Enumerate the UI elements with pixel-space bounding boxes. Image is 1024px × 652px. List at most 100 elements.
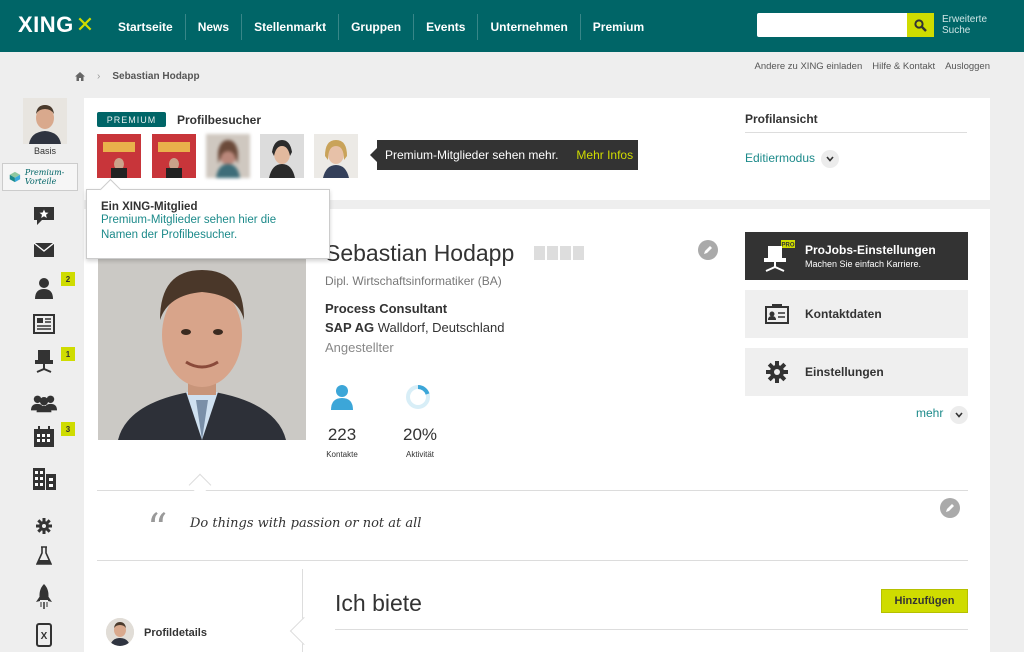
labs-flask-icon[interactable] bbox=[31, 543, 57, 569]
visitor-info-tooltip: Ein XING-Mitglied Premium-Mitglieder seh… bbox=[86, 189, 330, 259]
logout-link[interactable]: Ausloggen bbox=[945, 61, 990, 72]
breadcrumb: › Sebastian Hodapp bbox=[75, 71, 200, 82]
activity-value: 20% bbox=[402, 425, 438, 444]
profile-photo[interactable] bbox=[98, 240, 306, 440]
mobile-app-icon[interactable]: X bbox=[31, 622, 57, 648]
invite-link[interactable]: Andere zu XING einladen bbox=[755, 61, 863, 72]
company-location: Walldorf, Deutschland bbox=[377, 320, 505, 335]
premium-benefits-link[interactable]: Premium-Vorteile bbox=[2, 163, 78, 191]
divider-notch bbox=[188, 473, 212, 497]
visitor-thumbnail[interactable] bbox=[97, 134, 141, 178]
gear-icon bbox=[766, 361, 788, 383]
search-icon bbox=[914, 18, 927, 32]
projobs-settings-button[interactable]: PRO ProJobs-Einstellungen Machen Sie ein… bbox=[745, 232, 968, 280]
jobs-chair-icon[interactable] bbox=[31, 348, 57, 374]
nav-gruppen[interactable]: Gruppen bbox=[339, 14, 415, 40]
divider bbox=[97, 490, 968, 491]
settings-label: Einstellungen bbox=[805, 365, 884, 379]
chevron-down-icon bbox=[826, 156, 834, 162]
nav-unternehmen[interactable]: Unternehmen bbox=[478, 14, 581, 40]
premium-status-indicator bbox=[534, 246, 584, 260]
nav-events[interactable]: Events bbox=[414, 14, 479, 40]
profile-main-panel: Sebastian Hodapp Dipl. Wirtschaftsinform… bbox=[84, 209, 990, 652]
visitor-thumbnail[interactable] bbox=[206, 134, 250, 178]
mail-icon[interactable] bbox=[31, 237, 57, 263]
profile-name: Sebastian Hodapp bbox=[325, 240, 515, 266]
edit-header-button[interactable] bbox=[698, 240, 718, 260]
chevron-right-icon: › bbox=[97, 71, 101, 82]
edit-mode-link[interactable]: Editiermodus bbox=[745, 151, 815, 165]
nav-news[interactable]: News bbox=[186, 14, 243, 40]
contact-card-icon bbox=[765, 304, 789, 324]
membership-label: Basis bbox=[34, 146, 57, 156]
news-icon[interactable] bbox=[31, 311, 57, 337]
divider bbox=[97, 560, 968, 561]
visitor-thumbnail[interactable] bbox=[314, 134, 358, 178]
groups-icon[interactable] bbox=[31, 390, 57, 416]
svg-text:X: X bbox=[41, 631, 48, 642]
avatar[interactable] bbox=[23, 98, 67, 144]
pro-badge-text: PRO bbox=[781, 243, 794, 249]
more-link[interactable]: mehr bbox=[916, 406, 943, 420]
edit-quote-button[interactable] bbox=[940, 498, 960, 518]
events-badge: 3 bbox=[61, 422, 75, 436]
profile-details-link[interactable]: Profildetails bbox=[144, 627, 207, 639]
advanced-search-link[interactable]: Erweiterte Suche bbox=[942, 14, 1002, 36]
pro-chair-icon: PRO bbox=[764, 240, 795, 272]
premium-badge: PREMIUM bbox=[97, 112, 166, 127]
profile-position: Process Consultant bbox=[325, 301, 448, 316]
profile-company: SAP AG Walldorf, Deutschland bbox=[325, 320, 504, 335]
companies-building-icon[interactable] bbox=[31, 465, 57, 491]
contacts-count[interactable]: 223 bbox=[312, 425, 372, 445]
events-calendar-icon[interactable] bbox=[31, 424, 57, 450]
edit-mode-dropdown[interactable] bbox=[821, 150, 839, 168]
nav-startseite[interactable]: Startseite bbox=[106, 14, 186, 40]
contacts-label: Kontakte bbox=[326, 450, 358, 459]
pencil-icon bbox=[946, 504, 954, 512]
profile-visitors-panel: PREMIUM Profilbesucher Premium-Mitgliede… bbox=[84, 98, 990, 200]
contact-data-button[interactable]: Kontaktdaten bbox=[745, 290, 968, 338]
contacts-icon[interactable] bbox=[31, 275, 57, 301]
more-dropdown[interactable] bbox=[950, 406, 968, 424]
nav-stellenmarkt[interactable]: Stellenmarkt bbox=[242, 14, 340, 40]
search-input[interactable] bbox=[757, 13, 907, 37]
quote-icon: “ bbox=[147, 506, 168, 552]
add-button[interactable]: Hinzufügen bbox=[881, 589, 968, 613]
projobs-subtitle: Machen Sie einfach Karriere. bbox=[805, 259, 922, 269]
search-button[interactable] bbox=[907, 13, 934, 37]
visitors-title: Profilbesucher bbox=[177, 113, 262, 127]
company-name[interactable]: SAP AG bbox=[325, 320, 374, 335]
divider-notch bbox=[289, 616, 319, 646]
more-info-link[interactable]: Mehr Infos bbox=[576, 148, 633, 162]
offer-section-title: Ich biete bbox=[335, 590, 422, 616]
visitor-thumbnail[interactable] bbox=[152, 134, 196, 178]
gear-icon[interactable] bbox=[31, 513, 57, 539]
utility-links: Andere zu XING einladen Hilfe & Kontakt … bbox=[755, 61, 990, 72]
breadcrumb-current: Sebastian Hodapp bbox=[112, 71, 200, 82]
chevron-down-icon bbox=[955, 412, 963, 418]
nav-premium[interactable]: Premium bbox=[581, 14, 656, 40]
settings-button[interactable]: Einstellungen bbox=[745, 348, 968, 396]
home-icon[interactable] bbox=[75, 72, 85, 81]
tooltip-body[interactable]: Premium-Mitglieder sehen hier die Namen … bbox=[101, 213, 315, 243]
pencil-icon bbox=[704, 246, 712, 254]
main-nav: Startseite News Stellenmarkt Gruppen Eve… bbox=[106, 14, 656, 40]
projobs-text: ProJobs-Einstellungen Machen Sie einfach… bbox=[805, 243, 936, 269]
left-sidebar: Basis Premium-Vorteile 2 1 3 X bbox=[0, 96, 78, 652]
contacts-stat-icon bbox=[328, 383, 356, 411]
xing-logo[interactable]: XING✕ bbox=[18, 12, 95, 38]
activity-ring-icon bbox=[404, 383, 432, 411]
divider bbox=[335, 629, 968, 630]
profile-degree: Dipl. Wirtschaftsinformatiker (BA) bbox=[325, 274, 502, 288]
help-link[interactable]: Hilfe & Kontakt bbox=[872, 61, 935, 72]
contact-data-label: Kontaktdaten bbox=[805, 307, 882, 321]
top-navigation-bar: XING✕ Startseite News Stellenmarkt Grupp… bbox=[0, 0, 1024, 52]
messages-icon[interactable] bbox=[31, 203, 57, 229]
premium-tooltip: Premium-Mitglieder sehen mehr. Mehr Info… bbox=[370, 140, 638, 170]
activity-label: Aktivität bbox=[405, 450, 434, 459]
visitor-thumbnail[interactable] bbox=[260, 134, 304, 178]
contacts-badge: 2 bbox=[61, 272, 75, 286]
rocket-icon[interactable] bbox=[31, 584, 57, 610]
projobs-title: ProJobs-Einstellungen bbox=[805, 243, 936, 257]
cube-icon bbox=[9, 171, 21, 183]
